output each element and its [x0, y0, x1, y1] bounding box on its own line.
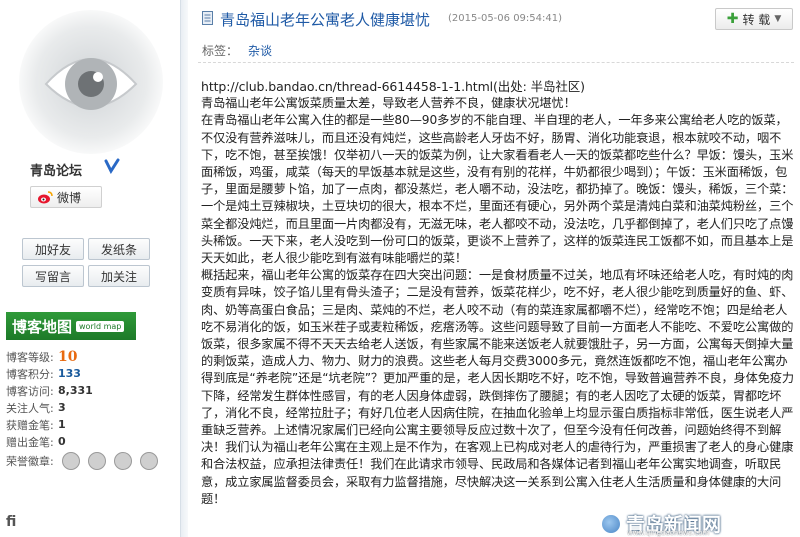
- source-line: http://club.bandao.cn/thread-6614458-1-1…: [201, 79, 585, 94]
- watermark-url: www.qingdaonews.com: [627, 529, 710, 537]
- map-banner-title: 博客地图: [12, 317, 73, 336]
- tag-row: 标签： 杂谈: [202, 42, 272, 59]
- stat-label: 获赠金笔:: [6, 418, 54, 432]
- tag-link[interactable]: 杂谈: [248, 44, 272, 58]
- medal-icon[interactable]: [88, 452, 106, 470]
- fans-value: 3: [58, 401, 66, 414]
- stat-label: 赠出金笔:: [6, 435, 54, 449]
- given-gold-value: 0: [58, 435, 66, 448]
- article-paragraph: 概括起来，福山老年公寓的饭菜存在四大突出问题：一是食材质量不过关，地瓜有坏味还给…: [201, 268, 794, 506]
- sidebar-footer-text: fi: [6, 514, 17, 530]
- stat-medals: 荣誉徽章:: [6, 450, 176, 472]
- verified-v-icon: [104, 158, 120, 175]
- document-icon: [202, 11, 213, 25]
- article-paragraph: 青岛福山老年公寓饭菜质量太差，导致老人营养不良，健康状况堪忧！: [201, 96, 576, 111]
- sidebar-divider: [180, 0, 188, 537]
- medal-icon[interactable]: [62, 452, 80, 470]
- post-header: 青岛福山老年公寓老人健康堪忧 (2015-05-06 09:54:41) ✚ 转…: [190, 0, 800, 36]
- send-note-button[interactable]: 发纸条: [88, 238, 150, 260]
- stat-label: 博客等级:: [6, 350, 54, 364]
- stat-gift-gold: 获赠金笔: 1: [6, 416, 176, 433]
- points-value: 133: [58, 367, 81, 380]
- qingdaonews-logo-icon: [600, 512, 622, 535]
- plus-icon: ✚: [726, 11, 739, 27]
- blog-stats: 博客等级: 10 博客积分: 133 博客访问: 8,331 关注人气: 3 获…: [6, 348, 176, 472]
- level-value: 10: [58, 348, 78, 365]
- blog-sidebar: 青岛论坛 微博 加好友 发纸条 写留言 加关注 博客地图 world map 博…: [0, 0, 180, 537]
- stat-visits: 博客访问: 8,331: [6, 382, 176, 399]
- blog-map-banner[interactable]: 博客地图 world map: [6, 312, 136, 340]
- leave-message-button[interactable]: 写留言: [22, 265, 84, 287]
- repost-label: 转 载: [742, 12, 771, 27]
- tag-label: 标签：: [202, 44, 239, 58]
- post-title: 青岛福山老年公寓老人健康堪忧: [220, 11, 431, 29]
- medal-icon[interactable]: [114, 452, 132, 470]
- gift-gold-value: 1: [58, 418, 66, 431]
- weibo-button[interactable]: 微博: [30, 186, 102, 208]
- follow-button[interactable]: 加关注: [88, 265, 150, 287]
- stat-level: 博客等级: 10: [6, 348, 176, 365]
- stat-label: 关注人气:: [6, 401, 54, 415]
- avatar[interactable]: [16, 4, 166, 154]
- map-banner-sub: world map: [76, 320, 125, 332]
- header-divider: [198, 62, 794, 63]
- stat-label: 博客积分:: [6, 367, 54, 381]
- blog-nickname[interactable]: 青岛论坛: [30, 160, 82, 179]
- chevron-down-icon: ▼: [774, 14, 782, 24]
- add-friend-button[interactable]: 加好友: [22, 238, 84, 260]
- post-main: 青岛福山老年公寓老人健康堪忧 (2015-05-06 09:54:41) ✚ 转…: [190, 0, 800, 537]
- stat-label: 荣誉徽章:: [6, 455, 54, 468]
- visits-value: 8,331: [58, 384, 93, 397]
- article-paragraph: 在青岛福山老年公寓入住的都是一些80—90多岁的不能自理、半自理的老人，一年多来…: [201, 113, 794, 266]
- repost-button[interactable]: ✚ 转 载 ▼: [715, 8, 793, 30]
- weibo-icon: [38, 191, 53, 204]
- post-date: (2015-05-06 09:54:41): [448, 13, 563, 24]
- stat-given-gold: 赠出金笔: 0: [6, 433, 176, 450]
- sina-weibo-eye-avatar-icon: [16, 4, 166, 154]
- medal-icons: [62, 452, 158, 470]
- stat-label: 博客访问:: [6, 384, 54, 398]
- stat-fans: 关注人气: 3: [6, 399, 176, 416]
- medal-icon[interactable]: [140, 452, 158, 470]
- stat-points: 博客积分: 133: [6, 365, 176, 382]
- article-body: http://club.bandao.cn/thread-6614458-1-1…: [201, 78, 795, 508]
- weibo-label: 微博: [57, 190, 82, 205]
